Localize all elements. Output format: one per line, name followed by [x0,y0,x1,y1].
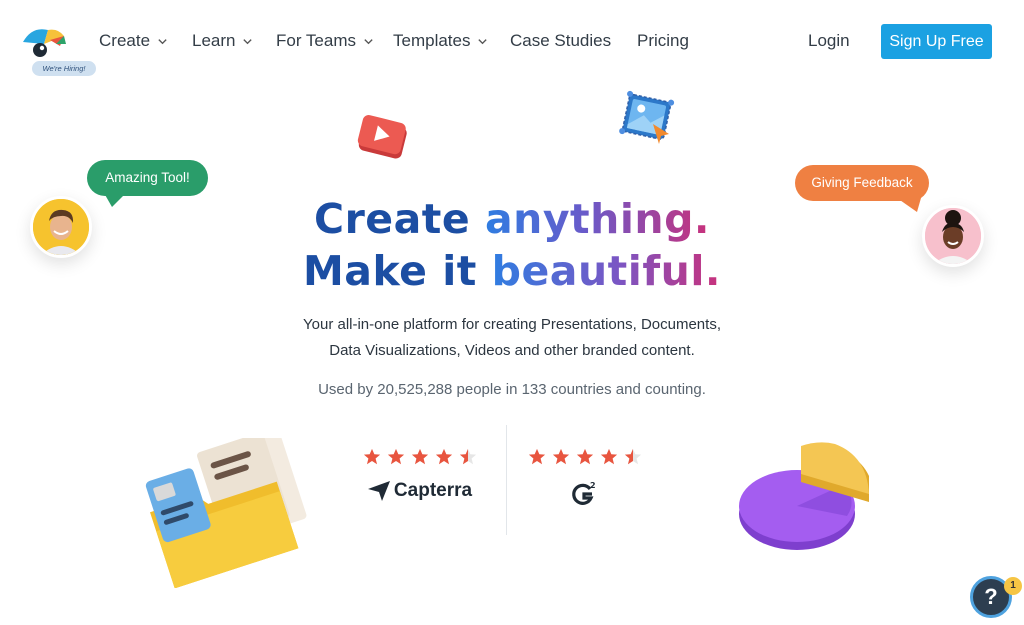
hiring-badge[interactable]: We're Hiring! [32,61,96,76]
star-icon [387,448,405,465]
chevron-down-icon [478,38,488,44]
chevron-down-icon [158,38,167,44]
hero-subtitle-line1: Your all-in-one platform for creating Pr… [303,316,721,333]
star-icon [528,448,546,465]
capterra-logo-icon [367,481,390,501]
nav-case-studies[interactable]: Case Studies [510,31,611,51]
ratings-divider [506,425,507,535]
headline-word-anything: anything. [484,195,711,243]
chevron-down-icon [364,38,373,44]
star-rating [528,448,642,466]
signup-button[interactable]: Sign Up Free [881,24,992,59]
login-link[interactable]: Login [808,31,850,51]
nav-learn[interactable]: Learn [192,31,253,51]
amazing-tool-bubble: Amazing Tool! [87,160,208,196]
nav-for-teams[interactable]: For Teams [276,31,374,51]
capterra-label: Capterra [393,480,473,501]
hero-headline-line2: Make it beautiful. [0,247,1024,295]
half-star-icon [459,448,477,465]
nav-templates[interactable]: Templates [393,31,488,51]
pie-chart-illustration-icon [739,442,869,550]
headline-word-create: Create [313,195,471,243]
nav-templates-label: Templates [393,31,471,50]
star-icon [600,448,618,465]
usage-stats: Used by 20,525,288 people in 133 countri… [318,381,706,398]
nav-create[interactable]: Create [99,31,168,51]
notification-badge: 1 [1004,577,1022,595]
nav-learn-label: Learn [192,31,236,50]
top-navigation: We're Hiring! Create Learn For Teams Tem… [0,0,1024,84]
headline-word-beautiful: beautiful. [491,247,721,295]
chevron-down-icon [243,38,253,44]
hero-headline-line1: Create anything. [0,195,1024,243]
g2-logo-icon: 2 [572,481,596,505]
hero-subtitle-line2: Data Visualizations, Videos and other br… [329,342,695,359]
nav-create-label: Create [99,31,151,50]
hero-subtitle: Your all-in-one platform for creating Pr… [0,312,1024,364]
capterra-rating[interactable]: Capterra [363,448,477,502]
half-star-icon [624,448,642,465]
video-play-icon [357,115,407,159]
star-icon [435,448,453,465]
star-rating [363,448,477,466]
nav-pricing-label: Pricing [637,31,689,50]
g2-rating[interactable]: 2 [528,448,642,506]
image-edit-icon [619,90,675,144]
nav-case-studies-label: Case Studies [510,31,612,50]
nav-for-teams-label: For Teams [276,31,356,50]
svg-text:2: 2 [590,481,596,490]
headline-word-make-it: Make it [303,247,477,295]
g2-brand: 2 [571,480,599,506]
star-icon [576,448,594,465]
star-icon [363,448,381,465]
capterra-brand: Capterra [367,480,473,502]
folder-illustration-icon [145,438,307,588]
star-icon [411,448,429,465]
star-icon [552,448,570,465]
nav-pricing[interactable]: Pricing [637,31,689,51]
